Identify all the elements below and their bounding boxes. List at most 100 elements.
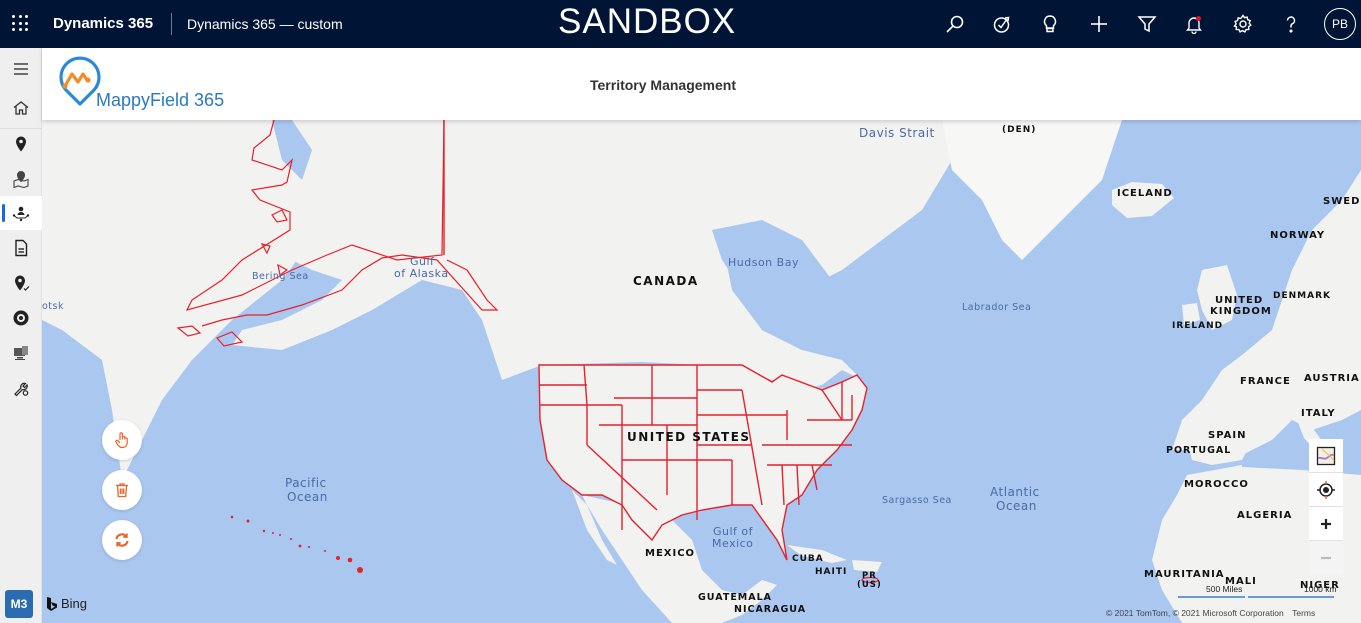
map-label-austria: AUSTRIA (1304, 373, 1360, 384)
map-label-atlantic-ocean-2: Ocean (996, 499, 1037, 513)
sidebar-item-territory[interactable] (0, 196, 42, 230)
sidebar-item-location[interactable] (0, 127, 42, 161)
hand-pointer-icon (115, 432, 128, 449)
lightbulb-icon[interactable] (1038, 12, 1062, 36)
map-label-portugal: PORTUGAL (1166, 445, 1232, 456)
select-territory-button[interactable] (102, 420, 142, 460)
map-label-mexico: MEXICO (645, 548, 696, 559)
pin-check-icon (15, 275, 30, 291)
divider (171, 13, 172, 35)
map-label-cuba: CUBA (792, 554, 824, 564)
bing-label: Bing (61, 596, 88, 611)
map-label-bering-sea: Bering Sea (252, 271, 309, 282)
map-pin-icon (16, 136, 26, 152)
delete-button[interactable] (102, 470, 142, 510)
settings-cog-icon (13, 310, 29, 326)
map-label-sargasso-sea: Sargasso Sea (882, 495, 952, 506)
minus-icon (1321, 556, 1331, 560)
sidebar-item-documents[interactable] (0, 231, 42, 265)
map-label-denmark: DENMARK (1273, 291, 1331, 301)
map-label-greenland: GREENLAND (984, 120, 1055, 123)
map-label-italy: ITALY (1301, 408, 1336, 419)
plus-icon[interactable] (1087, 12, 1111, 36)
sidebar-item-settings[interactable] (0, 301, 42, 335)
map-label-nicaragua: NICARAGUA (734, 604, 807, 615)
map-label-pacific-ocean-2: Ocean (287, 490, 328, 504)
app-launcher-icon[interactable] (12, 15, 28, 31)
map-label-france: FRANCE (1240, 376, 1291, 387)
plus-icon (1321, 518, 1331, 529)
search-icon[interactable] (943, 12, 967, 36)
map-label-norway: NORWAY (1270, 230, 1326, 241)
terms-link[interactable]: Terms (1292, 608, 1315, 618)
map-label-guatemala: GUATEMALA (698, 592, 773, 603)
zoom-out-button[interactable] (1309, 541, 1343, 575)
map-label-sweden: SWEDEN (1323, 196, 1361, 207)
map-label-davis-strait: Davis Strait (859, 126, 935, 140)
app-header: MappyField 365 Territory Management (42, 48, 1361, 120)
map-controls (1309, 439, 1343, 575)
sidebar-item-tools[interactable] (0, 371, 42, 405)
bing-icon (47, 596, 57, 611)
map-label-pr-us: (US) (857, 580, 882, 590)
map-label-okhotsk: otsk (42, 301, 64, 312)
hamburger-menu-button[interactable] (0, 52, 42, 86)
map-label-iceland: ICELAND (1117, 188, 1173, 199)
left-sidebar: M3 (0, 48, 42, 623)
refresh-button[interactable] (102, 520, 142, 560)
map-label-atlantic-ocean: Atlantic (990, 485, 1040, 499)
monitor-icon (14, 346, 28, 360)
map-label-algeria: ALGERIA (1237, 510, 1293, 521)
wrench-gear-icon (14, 382, 29, 397)
refresh-icon (115, 533, 129, 547)
map-copyright: © 2021 TomTom, © 2021 Microsoft Corporat… (1106, 608, 1315, 618)
locate-me-button[interactable] (1309, 473, 1343, 507)
help-icon[interactable] (1279, 12, 1303, 36)
map-style-icon (1316, 446, 1336, 465)
map-label-gulf-of-alaska-2: of Alaska (394, 267, 449, 280)
map-label-hudson-bay: Hudson Bay (728, 256, 799, 269)
territory-map[interactable]: GREENLAND (DEN) ICELAND SWEDEN NORWAY CA… (42, 120, 1361, 623)
brand-name: MappyField 365 (96, 90, 225, 110)
map-with-pin-icon (13, 170, 29, 188)
scale-km: 1000 km (1304, 584, 1337, 594)
user-avatar[interactable]: PB (1324, 8, 1356, 40)
map-label-canada: CANADA (633, 274, 699, 288)
zoom-in-button[interactable] (1309, 507, 1343, 541)
copyright-text: © 2021 TomTom, © 2021 Microsoft Corporat… (1106, 608, 1284, 618)
map-label-united-states: UNITED STATES (627, 430, 751, 444)
gear-icon[interactable] (1231, 12, 1255, 36)
map-label-labrador-sea: Labrador Sea (962, 302, 1032, 313)
sidebar-item-system[interactable] (0, 336, 42, 370)
top-navigation-bar: Dynamics 365 Dynamics 365 — custom SANDB… (0, 0, 1361, 48)
page-title: Territory Management (590, 77, 736, 93)
map-label-united-kingdom: UNITED (1215, 295, 1264, 306)
scale-miles: 500 Miles (1206, 584, 1243, 594)
environment-banner: SANDBOX (558, 2, 737, 41)
bing-logo[interactable]: Bing (46, 596, 87, 611)
sidebar-item-home[interactable] (0, 91, 42, 125)
document-icon (15, 239, 28, 257)
map-label-pacific-ocean: Pacific (285, 476, 327, 490)
map-label-ireland: IRELAND (1172, 321, 1224, 331)
notification-bell-icon[interactable] (1182, 12, 1206, 36)
sidebar-item-check-in[interactable] (0, 266, 42, 300)
map-label-spain: SPAIN (1208, 430, 1247, 441)
map-label-morocco: MOROCCO (1184, 479, 1249, 490)
trash-icon (116, 483, 128, 498)
sidebar-item-map-location[interactable] (0, 162, 42, 196)
map-style-button[interactable] (1309, 439, 1343, 473)
map-label-mauritania: MAURITANIA (1144, 569, 1225, 580)
task-flow-icon[interactable] (990, 12, 1014, 36)
app-context[interactable]: Dynamics 365 — custom (187, 16, 343, 32)
map-label-united-kingdom-2: KINGDOM (1210, 306, 1272, 317)
locate-icon (1317, 480, 1335, 499)
home-icon (13, 101, 29, 115)
app-name[interactable]: Dynamics 365 (53, 15, 153, 32)
territory-network-icon (12, 206, 30, 222)
map-label-greenland-den: (DEN) (1002, 125, 1037, 135)
map-label-haiti: HAITI (815, 567, 848, 577)
area-switcher[interactable]: M3 (5, 590, 33, 618)
map-label-gulf-of-mexico-2: Mexico (712, 537, 754, 550)
filter-icon[interactable] (1135, 12, 1159, 36)
